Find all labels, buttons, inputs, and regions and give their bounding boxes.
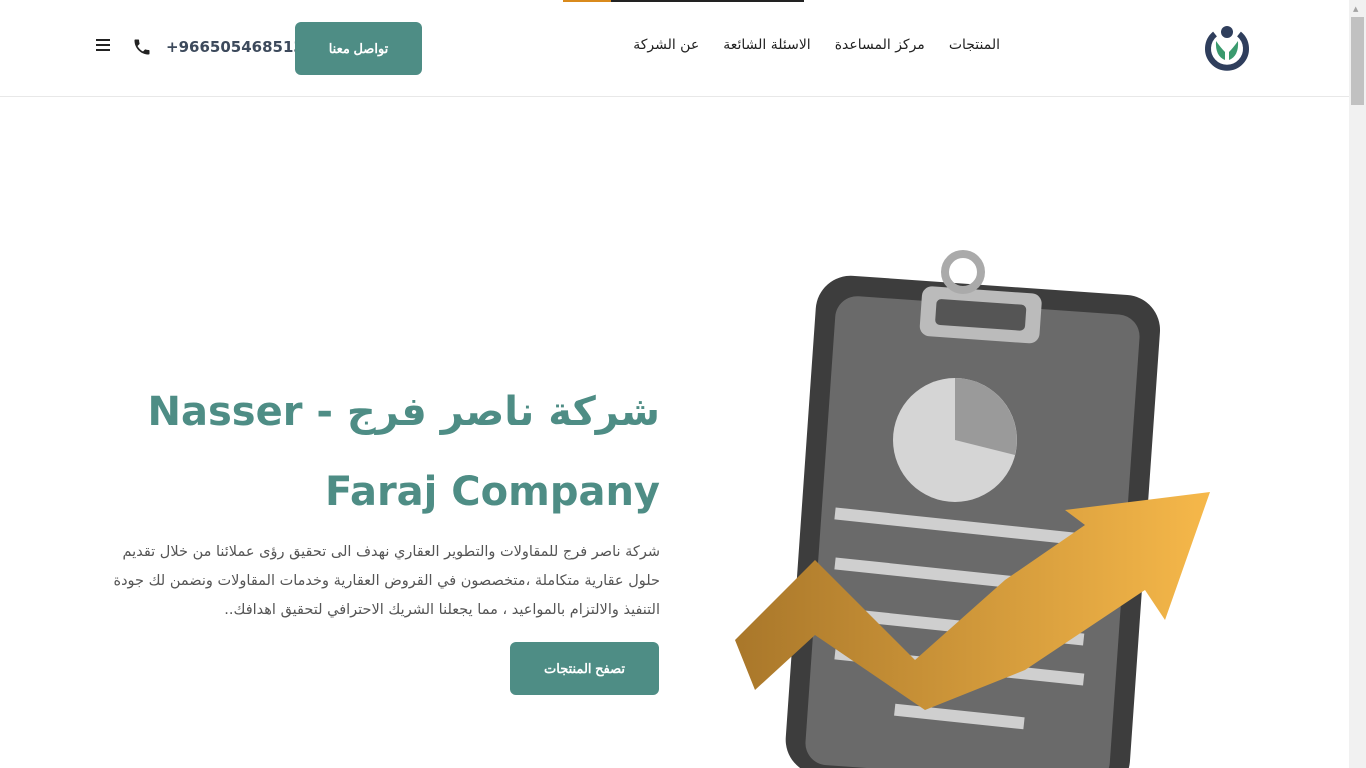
hero-title: شركة ناصر فرج - Nasser Faraj Company — [147, 389, 660, 515]
phone-number[interactable]: +966505468513 — [166, 38, 304, 56]
page-scrollbar[interactable]: ▲ — [1349, 0, 1366, 768]
hero-description: شركة ناصر فرج للمقاولات والتطوير العقاري… — [113, 544, 660, 618]
site-header: +966505468513 تواصل معنا المنتجات مركز ا… — [0, 0, 1349, 97]
nav-help-center[interactable]: مركز المساعدة — [835, 37, 925, 53]
phone-icon[interactable] — [132, 37, 152, 57]
main-nav: المنتجات مركز المساعدة الاسئلة الشائعة ع… — [610, 37, 1000, 53]
clipboard-chart-illustration — [735, 250, 1210, 768]
nav-products[interactable]: المنتجات — [949, 37, 1000, 53]
hamburger-menu-icon[interactable] — [96, 39, 110, 51]
company-logo[interactable] — [1203, 24, 1251, 72]
contact-us-button[interactable]: تواصل معنا — [295, 22, 422, 75]
nav-about[interactable]: عن الشركة — [633, 37, 699, 53]
browse-products-button[interactable]: تصفح المنتجات — [510, 642, 659, 695]
nav-faq[interactable]: الاسئلة الشائعة — [723, 37, 811, 53]
